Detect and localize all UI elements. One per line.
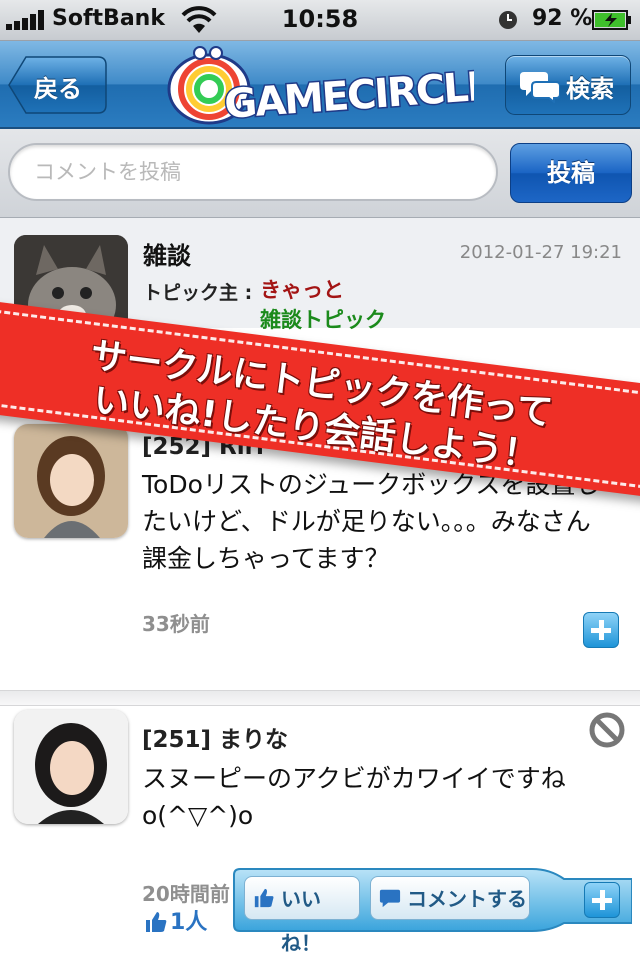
avatar[interactable] (14, 710, 128, 824)
search-button-label: 検索 (566, 75, 614, 103)
comment-button-label: コメントする (407, 887, 527, 911)
topic-owner[interactable]: きゃっと (260, 274, 344, 304)
battery-charging-icon (592, 10, 631, 30)
divider (0, 690, 640, 706)
chat-bubbles-icon (520, 72, 560, 103)
like-count-text: 1人 (170, 910, 208, 935)
status-bar: SoftBank 10:58 92 % (0, 0, 640, 41)
user-photo-icon (14, 710, 128, 824)
user-photo-icon (14, 424, 128, 538)
like-button[interactable]: いいね！ (244, 876, 360, 955)
avatar[interactable] (14, 424, 128, 538)
action-plus-button[interactable] (584, 882, 620, 918)
like-button-label: いいね！ (281, 887, 321, 955)
block-icon[interactable] (589, 712, 625, 748)
topic-date: 2012-01-27 19:21 (459, 242, 622, 263)
post-time: 33秒前 (142, 612, 210, 636)
back-button[interactable]: 戻る (8, 56, 108, 114)
topic-header: 雑談 2012-01-27 19:21 トピック主 : きゃっと 雑談トピック (0, 218, 640, 335)
alarm-clock-icon (499, 11, 517, 29)
post-time: 20時間前 (142, 882, 230, 906)
battery-percent: 92 % (532, 6, 593, 31)
comment-composer: コメントを投稿 投稿 (0, 129, 640, 218)
navigation-bar: 戻る GAMECIRCLE 検索 (0, 41, 640, 129)
expand-plus-button[interactable] (583, 612, 619, 648)
post-button[interactable]: 投稿 (510, 143, 632, 203)
logo-text: GAMECIRCLE (223, 63, 474, 127)
topic-owner-label: トピック主 : (143, 282, 253, 304)
thumbs-up-icon (254, 888, 274, 908)
like-count: 1人 (144, 904, 207, 936)
comment-input[interactable]: コメントを投稿 (8, 143, 498, 201)
gamecircle-logo: GAMECIRCLE (167, 46, 474, 127)
thumbs-up-icon (146, 912, 167, 932)
back-button-label: 戻る (34, 75, 82, 103)
speech-bubble-icon (379, 889, 401, 908)
comment-button[interactable]: コメントする (370, 876, 530, 920)
post-author: [251] まりな (142, 727, 289, 753)
topic-title: 雑談 (143, 242, 191, 270)
search-button[interactable]: 検索 (505, 55, 631, 115)
post-body: スヌーピーのアクビがカワイイですねo(^▽^)o (142, 764, 566, 830)
post-action-bar: いいね！ コメントする (232, 867, 632, 955)
